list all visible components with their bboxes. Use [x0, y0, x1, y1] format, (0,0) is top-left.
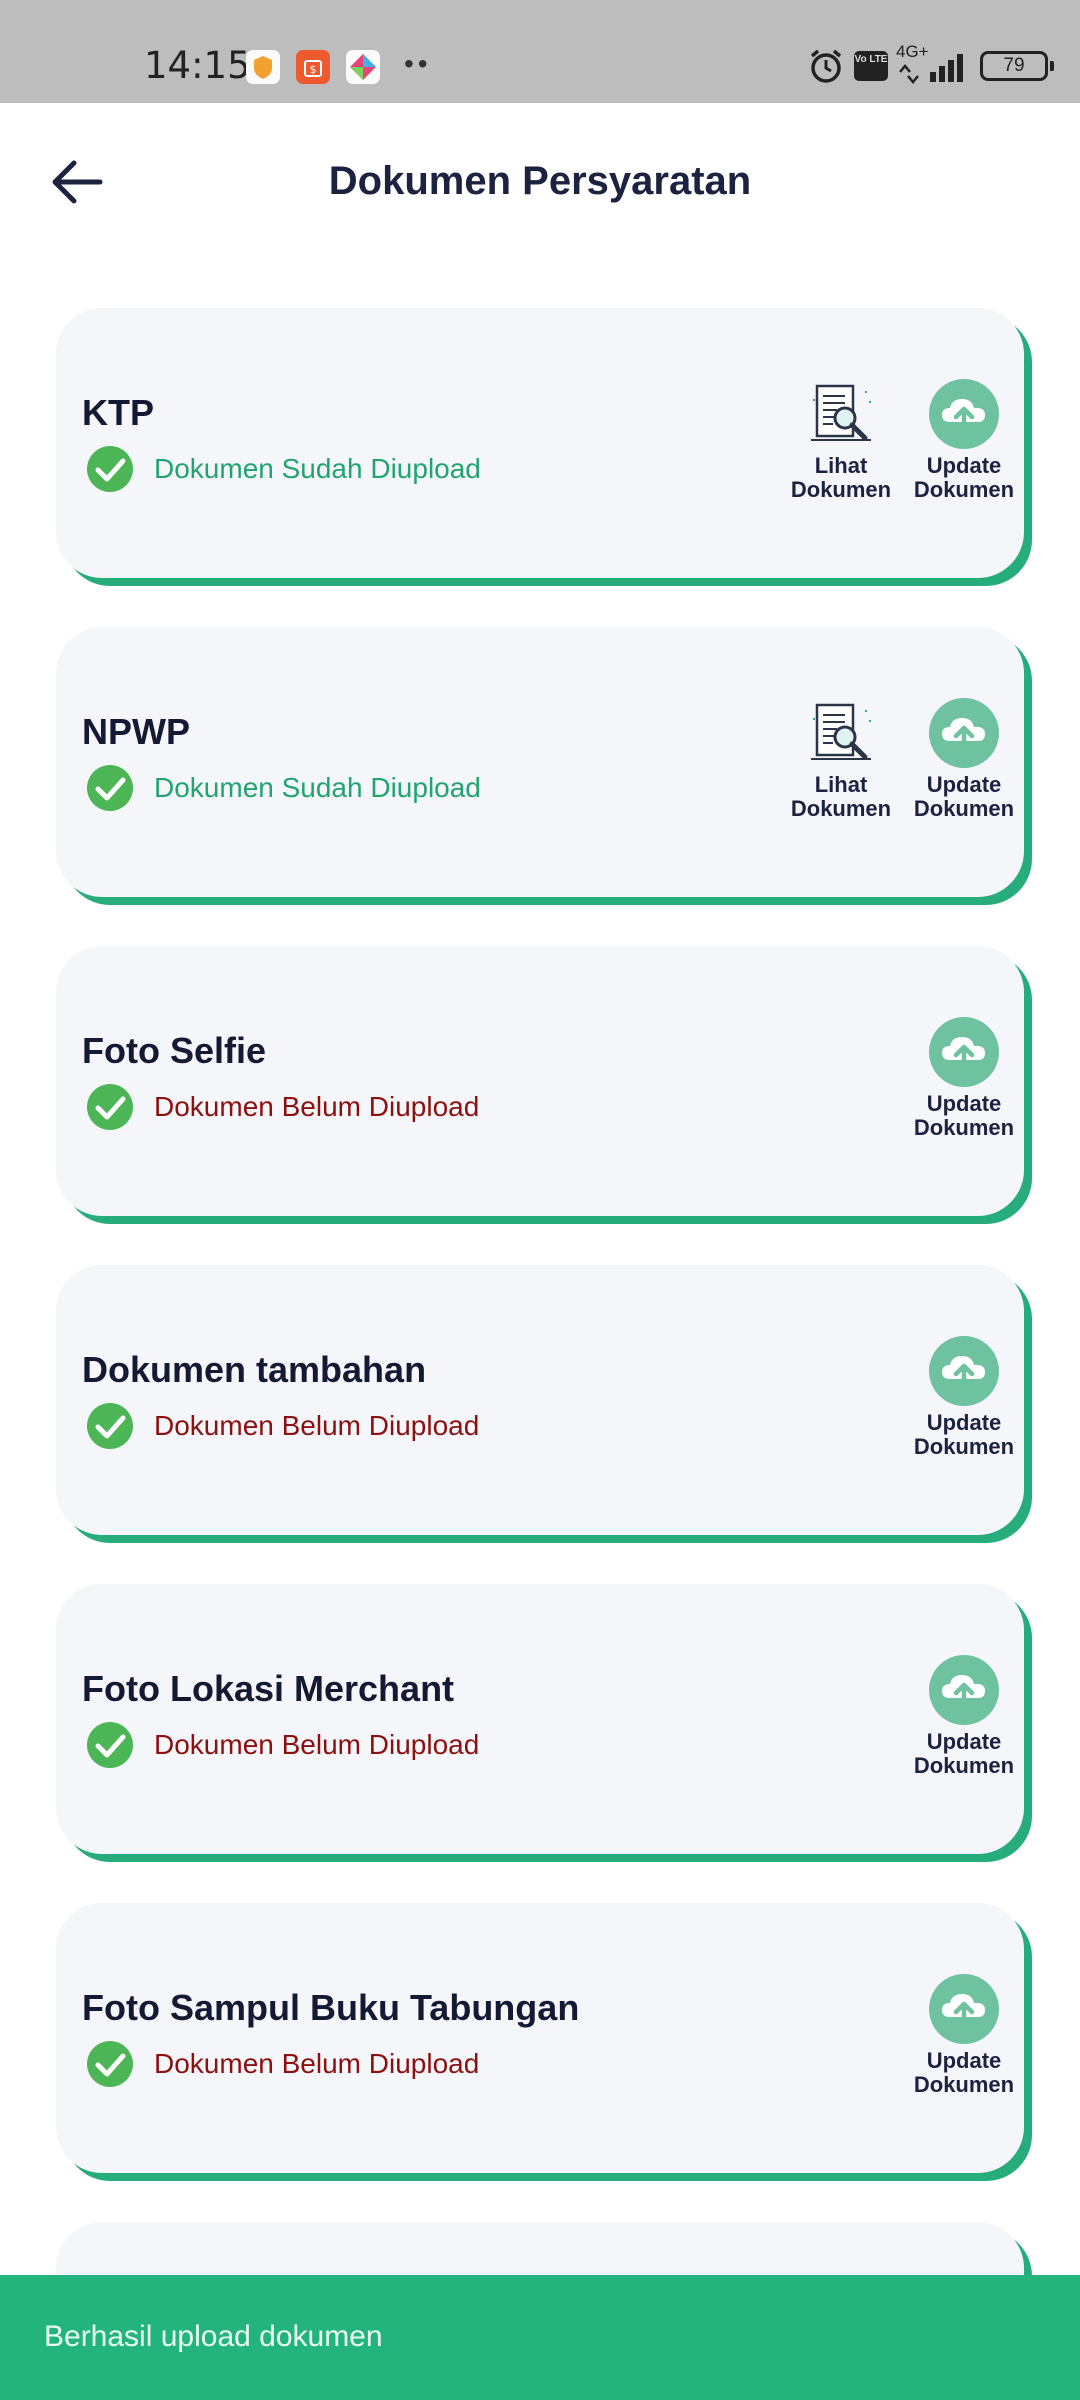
- battery-icon: 79: [980, 51, 1054, 81]
- status-text: Dokumen Belum Diupload: [154, 1729, 480, 1760]
- cloud-upload-icon: [929, 1336, 999, 1406]
- document-card-ktp: KTP Dokumen Sudah Diupload Lihat Dokumen …: [56, 308, 1024, 578]
- update-document-button[interactable]: Update Dokumen: [909, 697, 1019, 821]
- document-search-icon: [811, 384, 871, 441]
- document-search-icon: [811, 703, 871, 760]
- update-document-label: Update Dokumen: [913, 772, 1015, 821]
- status-text: Dokumen Belum Diupload: [154, 1091, 480, 1122]
- view-document-label: Lihat Dokumen: [790, 772, 892, 821]
- update-document-button[interactable]: Update Dokumen: [909, 1016, 1019, 1140]
- status-bar: 14:15 $ •• Vo LTE 4G+ 79: [0, 0, 1080, 103]
- signal-icon: 4G+: [896, 42, 972, 86]
- update-document-button[interactable]: Update Dokumen: [909, 1973, 1019, 2097]
- document-card-npwp: NPWP Dokumen Sudah Diupload Lihat Dokumen: [56, 627, 1024, 897]
- check-circle-icon: [87, 765, 133, 811]
- status-time: 14:15: [144, 44, 251, 87]
- document-status: Dokumen Belum Diupload: [86, 1401, 479, 1451]
- status-text: Dokumen Sudah Diupload: [154, 772, 481, 803]
- cloud-upload-icon: [929, 698, 999, 768]
- document-card-foto-lokasi-merchant: Foto Lokasi Merchant Dokumen Belum Diupl…: [56, 1584, 1024, 1854]
- status-text: Dokumen Belum Diupload: [154, 2048, 480, 2079]
- status-text: Dokumen Sudah Diupload: [154, 453, 481, 484]
- photos-app-icon: [346, 50, 380, 84]
- svg-text:$: $: [310, 63, 317, 76]
- app-header: Dokumen Persyaratan: [0, 103, 1080, 263]
- volte-icon: Vo LTE: [854, 51, 888, 81]
- document-title: Foto Lokasi Merchant: [82, 1668, 455, 1709]
- document-status: Dokumen Belum Diupload: [86, 2039, 479, 2089]
- check-circle-icon: [87, 2041, 133, 2087]
- document-title: Foto Sampul Buku Tabungan: [82, 1987, 580, 2028]
- view-document-button[interactable]: Lihat Dokumen: [786, 378, 896, 502]
- check-circle-icon: [87, 1722, 133, 1768]
- check-circle-icon: [87, 1084, 133, 1130]
- update-document-button[interactable]: Update Dokumen: [909, 378, 1019, 502]
- update-document-label: Update Dokumen: [913, 2048, 1015, 2097]
- more-notifications-icon: ••: [404, 48, 432, 79]
- page-title: Dokumen Persyaratan: [328, 159, 752, 203]
- view-document-button[interactable]: Lihat Dokumen: [786, 697, 896, 821]
- cloud-upload-icon: [929, 1017, 999, 1087]
- update-document-label: Update Dokumen: [913, 453, 1015, 502]
- document-title: Dokumen tambahan: [82, 1349, 427, 1390]
- document-status: Dokumen Sudah Diupload: [86, 763, 481, 813]
- update-document-label: Update Dokumen: [913, 1729, 1015, 1778]
- update-document-button[interactable]: Update Dokumen: [909, 1335, 1019, 1459]
- document-title: NPWP: [82, 711, 190, 752]
- document-title: Foto Selfie: [82, 1030, 267, 1071]
- document-title: KTP: [82, 392, 154, 433]
- document-status: Dokumen Belum Diupload: [86, 1082, 479, 1132]
- update-document-button[interactable]: Update Dokumen: [909, 1654, 1019, 1778]
- cloud-upload-icon: [929, 1655, 999, 1725]
- alarm-icon: [810, 49, 842, 83]
- snackbar: Berhasil upload dokumen: [0, 2275, 1080, 2400]
- view-document-label: Lihat Dokumen: [790, 453, 892, 502]
- cloud-upload-icon: [929, 379, 999, 449]
- document-status: Dokumen Belum Diupload: [86, 1720, 479, 1770]
- check-circle-icon: [87, 446, 133, 492]
- document-card-foto-selfie: Foto Selfie Dokumen Belum Diupload Updat…: [56, 946, 1024, 1216]
- document-status: Dokumen Sudah Diupload: [86, 444, 481, 494]
- update-document-label: Update Dokumen: [913, 1091, 1015, 1140]
- status-text: Dokumen Belum Diupload: [154, 1410, 480, 1441]
- check-circle-icon: [87, 1403, 133, 1449]
- snackbar-message: Berhasil upload dokumen: [44, 2320, 383, 2353]
- update-document-label: Update Dokumen: [913, 1410, 1015, 1459]
- shopee-app-icon: $: [296, 50, 330, 84]
- document-card-foto-sampul-buku-tabungan: Foto Sampul Buku Tabungan Dokumen Belum …: [56, 1903, 1024, 2173]
- cloud-upload-icon: [929, 1974, 999, 2044]
- shield-app-icon: [246, 50, 280, 84]
- document-card-dokumen-tambahan: Dokumen tambahan Dokumen Belum Diupload …: [56, 1265, 1024, 1535]
